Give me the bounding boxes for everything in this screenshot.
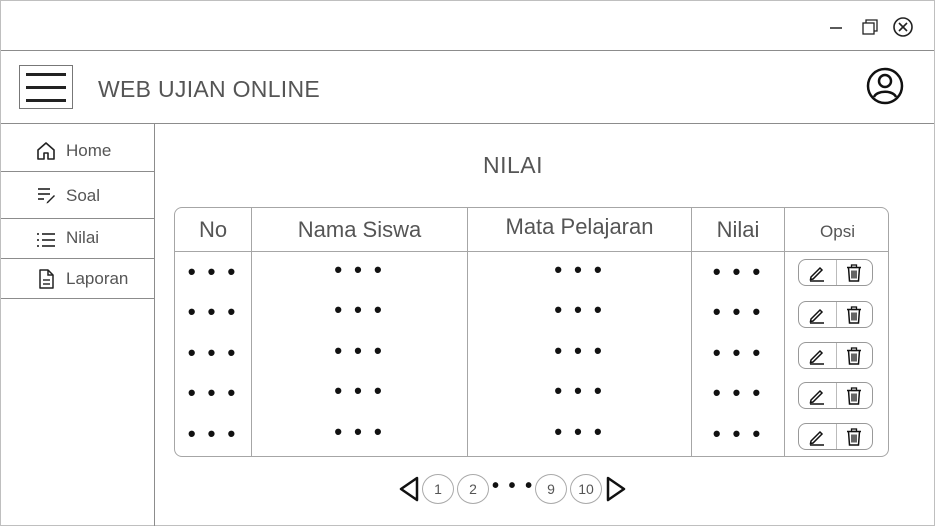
table-cell: • • • bbox=[554, 378, 605, 403]
table-cell: • • • bbox=[554, 419, 605, 444]
table-cell: • • • bbox=[712, 299, 764, 324]
nilai-table: No Nama Siswa Mata Pelajaran Nilai Opsi … bbox=[174, 207, 889, 457]
row-actions bbox=[798, 301, 873, 328]
minimize-icon[interactable] bbox=[824, 15, 848, 39]
edit-icon[interactable] bbox=[799, 343, 836, 368]
app-window: WEB UJIAN ONLINE Home Soal Nilai Laporan… bbox=[0, 0, 935, 526]
close-icon[interactable] bbox=[891, 15, 915, 39]
column-header-opsi: Opsi bbox=[820, 221, 855, 241]
table-cell: • • • bbox=[187, 299, 239, 324]
edit-icon[interactable] bbox=[799, 260, 836, 285]
table-cell: • • • bbox=[187, 259, 239, 284]
app-header: WEB UJIAN ONLINE bbox=[1, 51, 934, 124]
sidebar-item-label: Laporan bbox=[66, 269, 129, 288]
row-actions bbox=[798, 423, 873, 450]
trash-icon[interactable] bbox=[835, 343, 873, 368]
restore-icon[interactable] bbox=[858, 15, 882, 39]
trash-icon[interactable] bbox=[835, 383, 873, 408]
column-header-nama-siswa: Nama Siswa bbox=[297, 216, 422, 242]
sidebar-item-nilai[interactable]: Nilai bbox=[1, 219, 154, 259]
row-actions bbox=[798, 382, 873, 409]
column-header-nilai: Nilai bbox=[716, 216, 760, 242]
list-icon bbox=[35, 229, 57, 251]
edit-icon[interactable] bbox=[799, 302, 836, 327]
window-titlebar bbox=[1, 1, 934, 51]
table-cell: • • • bbox=[187, 380, 239, 405]
menu-icon[interactable] bbox=[19, 65, 73, 109]
table-cell: • • • bbox=[187, 421, 239, 446]
row-actions bbox=[798, 259, 873, 286]
edit-list-icon bbox=[35, 184, 57, 206]
sidebar-item-home[interactable]: Home bbox=[1, 124, 154, 172]
sidebar: Home Soal Nilai Laporan bbox=[1, 124, 155, 526]
table-cell: • • • bbox=[712, 340, 764, 365]
column-header-mata-pelajaran: Mata Pelajaran bbox=[505, 213, 654, 239]
table-cell: • • • bbox=[712, 421, 764, 446]
table-cell: • • • bbox=[334, 297, 385, 322]
table-cell: • • • bbox=[334, 378, 385, 403]
home-icon bbox=[35, 140, 57, 162]
table-cell: • • • bbox=[554, 297, 605, 322]
sidebar-item-label: Soal bbox=[66, 186, 101, 205]
column-header-no: No bbox=[198, 216, 228, 242]
table-cell: • • • bbox=[334, 419, 385, 444]
trash-icon[interactable] bbox=[835, 260, 873, 285]
sidebar-item-label: Nilai bbox=[66, 228, 100, 247]
table-cell: • • • bbox=[712, 259, 764, 284]
edit-icon[interactable] bbox=[799, 424, 836, 449]
page-button-10[interactable]: 10 bbox=[570, 474, 602, 504]
next-page-icon[interactable] bbox=[605, 476, 627, 502]
app-title: WEB UJIAN ONLINE bbox=[98, 76, 321, 102]
page-title: NILAI bbox=[483, 152, 544, 178]
sidebar-item-label: Home bbox=[66, 141, 112, 160]
table-cell: • • • bbox=[712, 380, 764, 405]
page-button-9[interactable]: 9 bbox=[535, 474, 567, 504]
trash-icon[interactable] bbox=[835, 302, 873, 327]
user-icon[interactable] bbox=[865, 66, 905, 106]
sidebar-item-laporan[interactable]: Laporan bbox=[1, 259, 154, 299]
table-cell: • • • bbox=[334, 338, 385, 363]
table-cell: • • • bbox=[554, 257, 605, 282]
page-button-1[interactable]: 1 bbox=[422, 474, 454, 504]
table-cell: • • • bbox=[187, 340, 239, 365]
table-cell: • • • bbox=[554, 338, 605, 363]
row-actions bbox=[798, 342, 873, 369]
sidebar-item-soal[interactable]: Soal bbox=[1, 172, 154, 219]
pagination-ellipsis: • • • bbox=[492, 475, 535, 497]
prev-page-icon[interactable] bbox=[398, 476, 420, 502]
document-icon bbox=[35, 268, 57, 290]
page-button-2[interactable]: 2 bbox=[457, 474, 489, 504]
trash-icon[interactable] bbox=[835, 424, 873, 449]
edit-icon[interactable] bbox=[799, 383, 836, 408]
table-cell: • • • bbox=[334, 257, 385, 282]
